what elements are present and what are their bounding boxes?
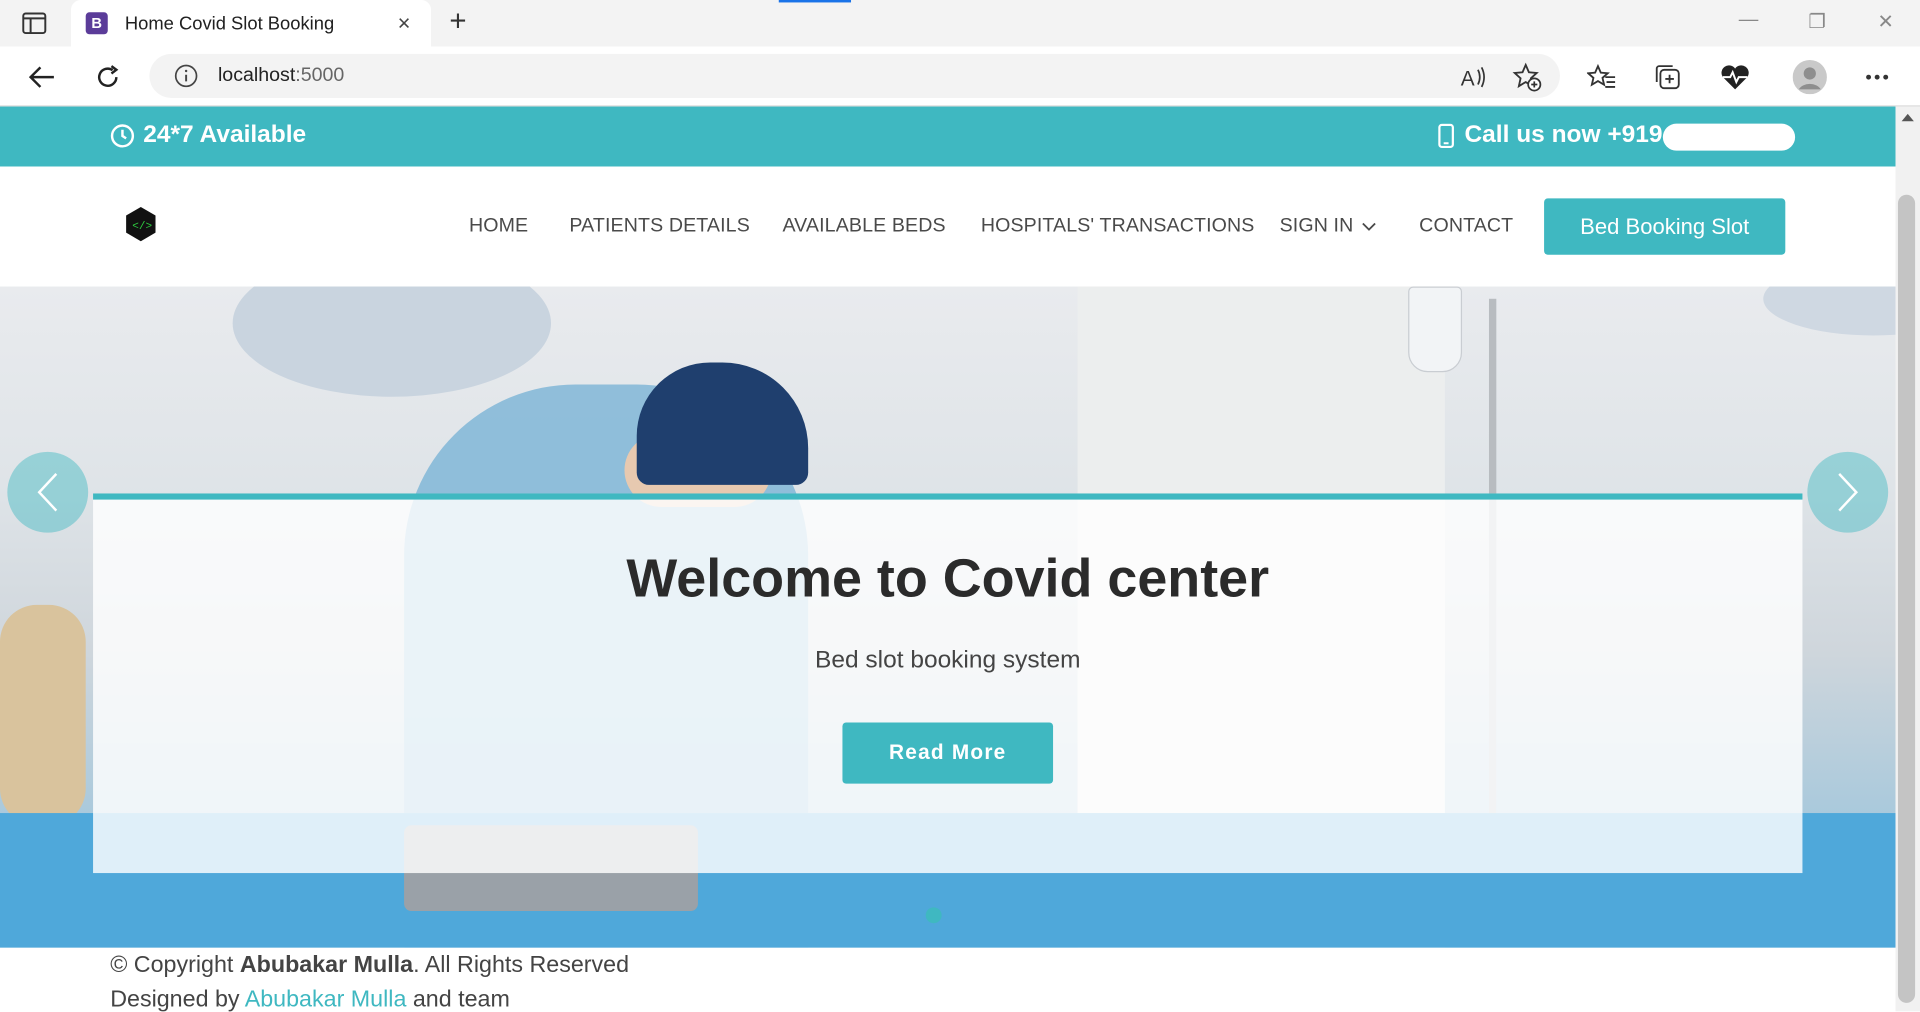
bootstrap-favicon-icon: B [85,12,108,35]
favorite-add-icon[interactable] [1511,61,1543,93]
nav-patients-details[interactable]: PATIENTS DETAILS [569,216,749,238]
carousel-prev-button[interactable] [7,451,89,533]
redacted-phone-overlay [1662,123,1796,151]
favorites-icon[interactable] [1586,61,1618,93]
copyright-suffix: . All Rights Reserved [413,952,630,979]
read-aloud-icon[interactable]: A [1457,61,1489,93]
nav-available-beds[interactable]: AVAILABLE BEDS [782,216,945,238]
phone-icon [1438,123,1454,148]
restore-button[interactable]: ❐ [1802,10,1831,34]
designed-by-line: Designed by Abubakar Mulla and team [110,987,510,1011]
collections-icon[interactable] [1652,61,1684,93]
hero-surgeon-cap [636,362,809,485]
more-icon[interactable] [1861,61,1893,93]
minimize-button[interactable]: — [1734,10,1763,32]
nav-sign-in-label: SIGN IN [1279,215,1354,237]
scrollbar-thumb[interactable] [1897,194,1916,1003]
url-host: localhost [217,64,296,86]
designed-by-suffix: and team [406,986,510,1012]
new-tab-button[interactable]: + [443,7,472,39]
designed-by-prefix: Designed by [110,986,245,1012]
site-info-icon[interactable] [174,64,198,88]
refresh-icon[interactable] [91,60,125,94]
svg-text:A: A [1461,68,1475,90]
hero-title: Welcome to Covid center [626,548,1270,609]
hero-content-box: Welcome to Covid center Bed slot booking… [93,493,1803,874]
top-info-bar: 24*7 Available Call us now +919 [0,106,1896,167]
hero-subtitle: Bed slot booking system [815,646,1081,674]
designer-link[interactable]: Abubakar Mulla [245,987,407,1011]
tab-title: Home Covid Slot Booking [124,12,335,34]
health-icon[interactable] [1719,61,1751,93]
nav-sign-in-dropdown[interactable]: SIGN IN [1280,216,1377,238]
close-window-button[interactable]: ✕ [1871,10,1900,34]
site-logo[interactable]: </> [125,206,157,243]
main-navbar: </> HOME PATIENTS DETAILS AVAILABLE BEDS… [0,166,1896,287]
tab-actions-icon[interactable] [17,10,51,37]
back-icon[interactable] [24,60,58,94]
loading-indicator [778,0,852,3]
hero-iv-bag [1408,286,1463,373]
hero-surgical-lamp-right [1763,286,1896,336]
read-more-button[interactable]: Read More [842,722,1054,784]
scroll-up-arrow-icon[interactable] [1901,113,1914,122]
availability-text: 24*7 Available [143,121,307,149]
profile-icon[interactable] [1791,59,1828,96]
nav-home[interactable]: HOME [469,216,528,238]
clock-icon [110,123,135,147]
hero-surgical-lamp [232,286,552,397]
browser-address-bar: localhost:5000 A [0,46,1920,107]
copyright-prefix: © Copyright [110,952,240,979]
url-field[interactable]: localhost:5000 [149,53,1561,98]
chevron-right-icon [1838,473,1859,512]
copyright-line: © Copyright Abubakar Mulla. All Rights R… [110,953,629,980]
nav-contact[interactable]: CONTACT [1419,216,1513,238]
call-us-text: Call us now +919 [1464,121,1663,149]
page-scrollbar[interactable] [1895,106,1920,1012]
copyright-name: Abubakar Mulla [239,952,414,979]
svg-text:</>: </> [132,221,152,233]
browser-tab-active[interactable]: B Home Covid Slot Booking × [71,0,432,47]
availability-info: 24*7 Available [110,121,306,149]
carousel-next-button[interactable] [1807,451,1889,533]
carousel-indicator-active[interactable] [925,907,942,924]
hero-left-object [0,604,86,826]
footer: © Copyright Abubakar Mulla. All Rights R… [0,947,1896,1012]
chevron-left-icon [37,473,58,512]
chevron-down-icon [1362,222,1377,231]
call-us-info: Call us now +919 [1438,121,1663,149]
close-tab-icon[interactable]: × [392,10,416,36]
browser-tab-bar: B Home Covid Slot Booking × + — ❐ ✕ [0,0,1920,47]
bed-booking-slot-button[interactable]: Bed Booking Slot [1544,198,1786,255]
url-port: :5000 [295,64,345,86]
nav-hospitals-transactions[interactable]: HOSPITALS' TRANSACTIONS [981,216,1255,238]
